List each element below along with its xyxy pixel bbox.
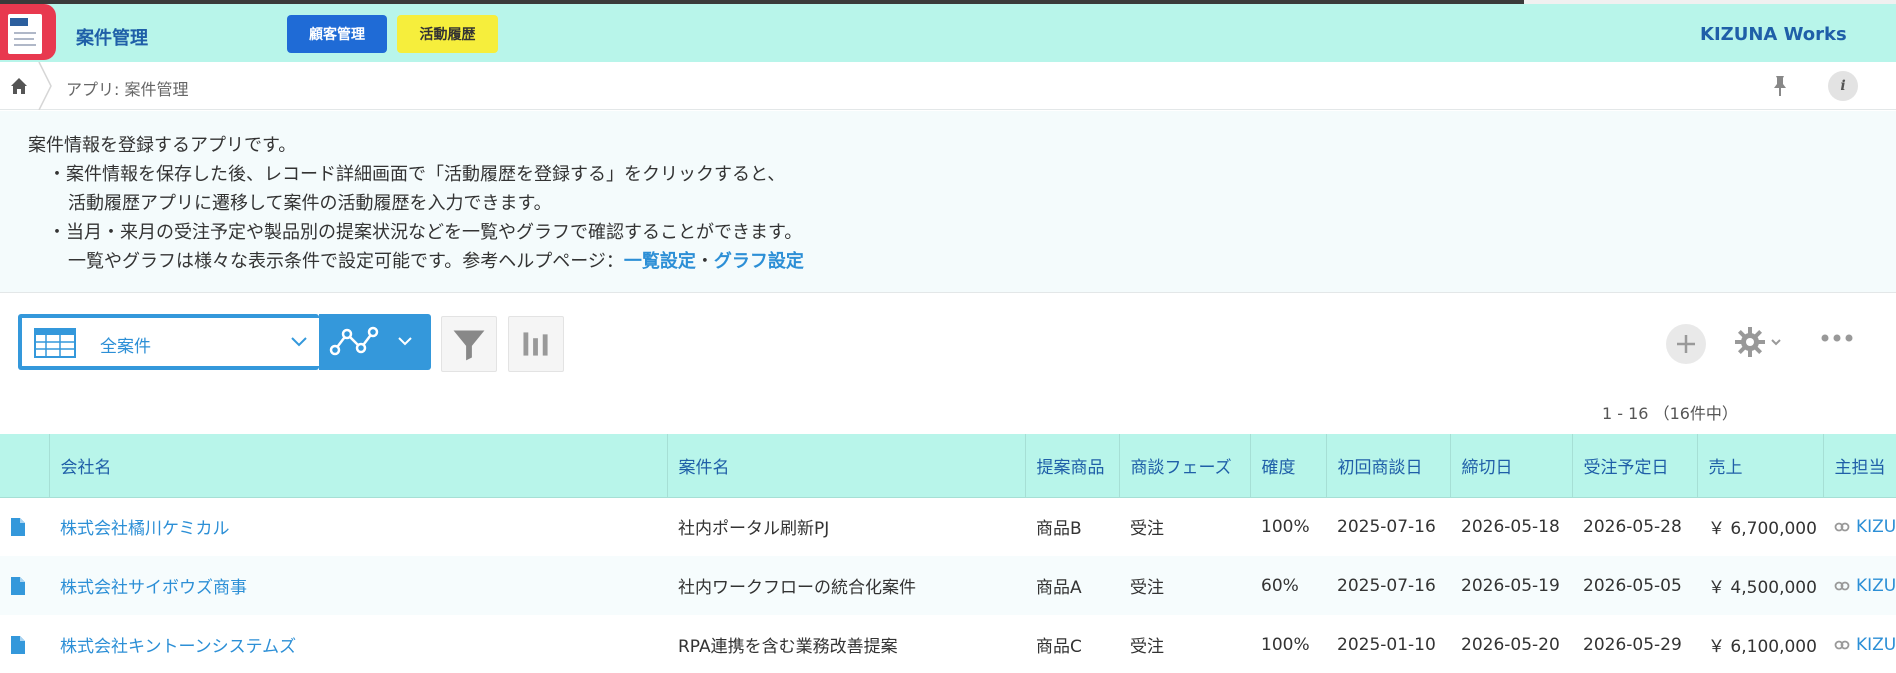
expected-order-cell: 2026-05-28 <box>1572 497 1697 556</box>
table-header-row: 会社名 案件名 提案商品 商談フェーズ 確度 初回商談日 締切日 受注予定日 売… <box>0 434 1896 498</box>
description-line: 活動履歴アプリに遷移して案件の活動履歴を入力できます。 <box>68 193 552 214</box>
sales-cell: ￥ 6,700,000 <box>1697 497 1823 556</box>
first-meeting-cell: 2025-07-16 <box>1326 556 1450 615</box>
record-detail-cell[interactable] <box>0 615 49 673</box>
description-line: 案件情報を登録するアプリです。 <box>28 135 297 156</box>
phase-cell: 受注 <box>1119 615 1250 673</box>
graph-select-button[interactable] <box>319 314 431 370</box>
description-line: ・案件情報を保存した後、レコード詳細画面で「活動履歴を登録する」をクリックすると… <box>48 164 786 185</box>
plus-icon <box>1677 335 1695 353</box>
probability-cell: 100% <box>1250 497 1326 556</box>
bar-chart-icon <box>523 332 548 356</box>
header-deal-name[interactable]: 案件名 <box>666 434 1025 498</box>
user-link-icon <box>1834 581 1850 590</box>
probability-cell: 100% <box>1250 615 1326 673</box>
first-meeting-cell: 2025-07-16 <box>1326 497 1450 556</box>
line-graph-icon <box>329 326 379 356</box>
rep-cell[interactable]: KIZUNA <box>1823 497 1896 556</box>
table-row[interactable]: 株式会社橘川ケミカル 社内ポータル刷新PJ 商品B 受注 100% 2025-0… <box>0 497 1896 556</box>
record-detail-cell[interactable] <box>0 497 49 556</box>
rep-name[interactable]: KIZUNA <box>1856 517 1896 537</box>
product-cell: 商品B <box>1025 497 1119 556</box>
home-icon[interactable] <box>9 76 29 96</box>
gear-icon[interactable] <box>1732 322 1788 362</box>
user-link-icon <box>1834 522 1850 532</box>
chevron-down-icon <box>291 337 307 347</box>
phase-cell: 受注 <box>1119 556 1250 615</box>
header-deadline[interactable]: 締切日 <box>1449 434 1572 498</box>
app-title[interactable]: 案件管理 <box>76 24 148 50</box>
deal-name-cell: 社内ワークフローの統合化案件 <box>667 556 1025 615</box>
header-cell-icon <box>0 434 49 498</box>
sales-cell: ￥ 4,500,000 <box>1697 556 1823 615</box>
info-icon[interactable]: i <box>1828 71 1858 101</box>
phase-cell: 受注 <box>1119 497 1250 556</box>
more-options-icon[interactable] <box>1820 330 1854 346</box>
header-product[interactable]: 提案商品 <box>1024 434 1119 498</box>
app-description: 案件情報を登録するアプリです。 ・案件情報を保存した後、レコード詳細画面で「活動… <box>0 111 1896 293</box>
first-meeting-cell: 2025-01-10 <box>1326 615 1450 673</box>
document-icon[interactable] <box>11 635 25 654</box>
deadline-cell: 2026-05-19 <box>1450 556 1572 615</box>
rep-name[interactable]: KIZUNA <box>1856 635 1896 655</box>
brand-name: KIZUNA Works <box>1700 24 1847 45</box>
sales-cell: ￥ 6,100,000 <box>1697 615 1823 673</box>
view-select[interactable]: 全案件 <box>18 314 319 370</box>
deadline-cell: 2026-05-18 <box>1450 497 1572 556</box>
add-record-button[interactable] <box>1666 324 1706 364</box>
graph-settings-link[interactable]: グラフ設定 <box>714 251 804 272</box>
product-cell: 商品C <box>1025 615 1119 673</box>
table-row[interactable]: 株式会社キントーンシステムズ RPA連携を含む業務改善提案 商品C 受注 100… <box>0 615 1896 673</box>
filter-button[interactable] <box>441 316 497 372</box>
company-cell[interactable]: 株式会社橘川ケミカル <box>49 497 667 556</box>
expected-order-cell: 2026-05-29 <box>1572 615 1697 673</box>
header-company[interactable]: 会社名 <box>48 434 667 498</box>
header-first-meeting[interactable]: 初回商談日 <box>1325 434 1450 498</box>
header-rep[interactable]: 主担当 <box>1822 434 1896 498</box>
description-text: 一覧やグラフは様々な表示条件で設定可能です。参考ヘルプページ： <box>68 251 624 272</box>
document-icon[interactable] <box>11 517 25 536</box>
link-separator: ・ <box>695 251 714 272</box>
pin-icon[interactable] <box>1770 74 1790 98</box>
expected-order-cell: 2026-05-05 <box>1572 556 1697 615</box>
description-line: ・当月・来月の受注予定や製品別の提案状況などを一覧やグラフで確認することができま… <box>48 222 803 243</box>
document-icon[interactable] <box>11 576 25 595</box>
breadcrumb-separator <box>38 62 52 110</box>
list-settings-link[interactable]: 一覧設定 <box>624 251 696 272</box>
filter-icon <box>453 330 485 361</box>
rep-cell[interactable]: KIZUNA <box>1823 615 1896 673</box>
user-link-icon <box>1834 640 1850 649</box>
view-select-label: 全案件 <box>100 337 151 357</box>
rep-cell[interactable]: KIZUNA <box>1823 556 1896 615</box>
deadline-cell: 2026-05-20 <box>1450 615 1572 673</box>
breadcrumb-current: アプリ: 案件管理 <box>66 80 189 99</box>
description-line: 一覧やグラフは様々な表示条件で設定可能です。参考ヘルプページ：一覧設定・グラフ設… <box>28 247 1896 276</box>
deal-name-cell: RPA連携を含む業務改善提案 <box>667 615 1025 673</box>
company-cell[interactable]: 株式会社サイボウズ商事 <box>49 556 667 615</box>
record-count: 1 - 16 （16件中） <box>1602 404 1738 423</box>
company-cell[interactable]: 株式会社キントーンシステムズ <box>49 615 667 673</box>
header-probability[interactable]: 確度 <box>1249 434 1326 498</box>
product-cell: 商品A <box>1025 556 1119 615</box>
record-table: 会社名 案件名 提案商品 商談フェーズ 確度 初回商談日 締切日 受注予定日 売… <box>0 434 1896 673</box>
header-sales[interactable]: 売上 <box>1696 434 1823 498</box>
record-detail-cell[interactable] <box>0 556 49 615</box>
header-expected-order[interactable]: 受注予定日 <box>1571 434 1697 498</box>
probability-cell: 60% <box>1250 556 1326 615</box>
list-toolbar: 全案件 1 - 16 （16件中） <box>0 294 1896 434</box>
table-view-icon <box>34 328 76 358</box>
rep-name[interactable]: KIZUNA <box>1856 576 1896 596</box>
record-list: 会社名 案件名 提案商品 商談フェーズ 確度 初回商談日 締切日 受注予定日 売… <box>0 434 1896 673</box>
graph-view-button[interactable] <box>508 316 564 372</box>
table-row[interactable]: 株式会社サイボウズ商事 社内ワークフローの統合化案件 商品A 受注 60% 20… <box>0 556 1896 615</box>
chevron-down-icon <box>398 337 412 346</box>
deal-name-cell: 社内ポータル刷新PJ <box>667 497 1025 556</box>
activities-app-button[interactable]: 活動履歴 <box>397 15 498 53</box>
app-header: 案件管理 顧客管理 活動履歴 KIZUNA Works <box>0 4 1896 62</box>
breadcrumb: アプリ: 案件管理 i <box>0 62 1896 110</box>
customers-app-button[interactable]: 顧客管理 <box>287 15 387 53</box>
header-phase[interactable]: 商談フェーズ <box>1118 434 1250 498</box>
app-icon[interactable] <box>0 4 56 60</box>
